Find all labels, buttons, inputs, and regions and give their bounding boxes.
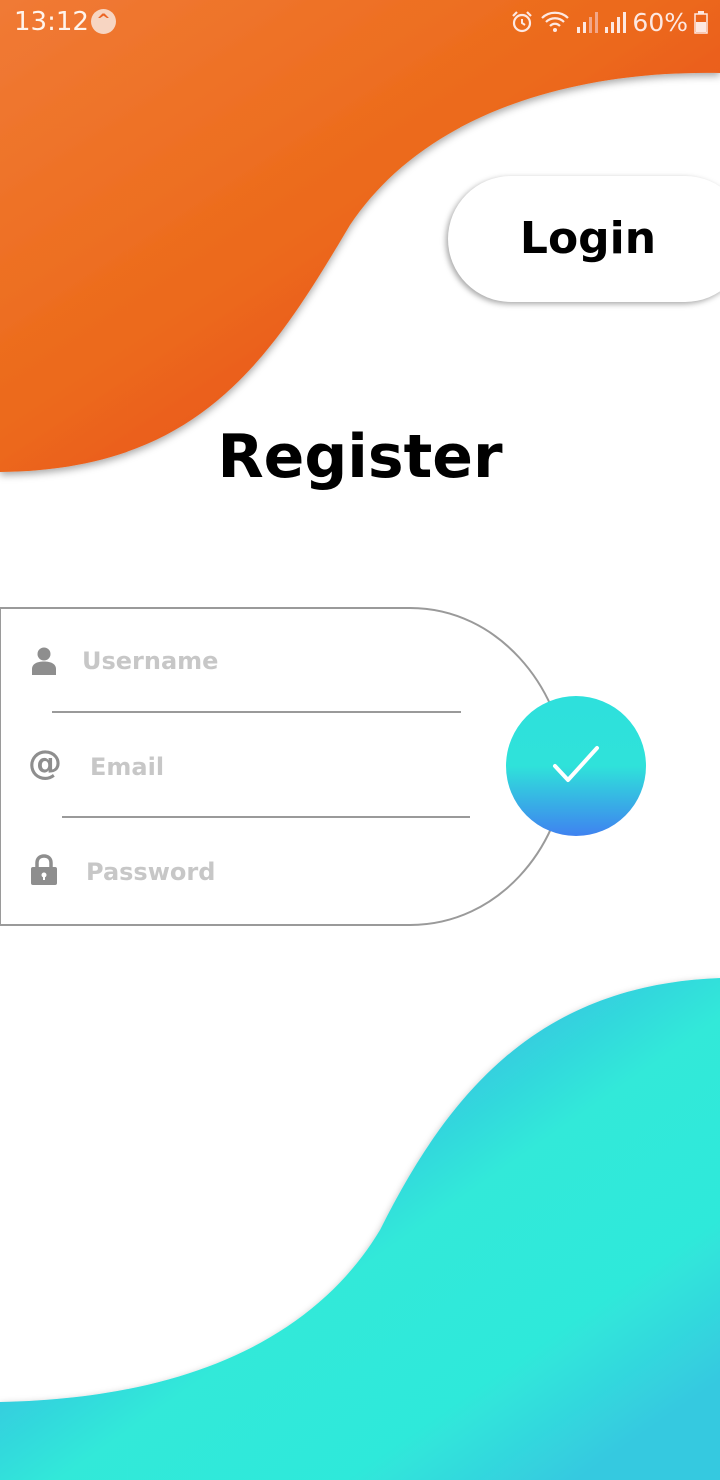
- status-time: 13:12: [14, 7, 89, 37]
- battery-icon: [694, 11, 708, 34]
- signal-icon: [577, 12, 599, 33]
- status-icons: 60%: [510, 7, 708, 37]
- lock-icon: [31, 854, 57, 885]
- battery-percent: 60%: [632, 7, 688, 37]
- password-row: [0, 838, 480, 908]
- email-row: @: [0, 733, 480, 803]
- submit-register-button[interactable]: [506, 696, 646, 836]
- email-underline: [62, 816, 470, 818]
- user-icon: [32, 647, 56, 675]
- page-title: Register: [217, 422, 503, 492]
- username-row: [0, 627, 480, 697]
- login-button-label: Login: [519, 213, 657, 264]
- email-input[interactable]: [90, 747, 450, 787]
- signal-icon: [605, 12, 627, 33]
- register-screen: 13:12 ^ 60% Login Register Username @ Em…: [0, 0, 720, 1480]
- alarm-icon: [512, 11, 533, 33]
- at-icon: @: [28, 743, 62, 783]
- login-button[interactable]: Login: [448, 176, 720, 302]
- password-input[interactable]: [86, 852, 446, 892]
- status-bar: 13:12 ^ 60%: [0, 0, 720, 44]
- username-underline: [52, 711, 461, 713]
- bottom-blue-wave: [0, 978, 720, 1480]
- username-input[interactable]: [82, 641, 442, 681]
- app-notification-icon: ^: [91, 9, 116, 34]
- wifi-icon: [541, 11, 570, 32]
- checkmark-icon: [553, 746, 599, 782]
